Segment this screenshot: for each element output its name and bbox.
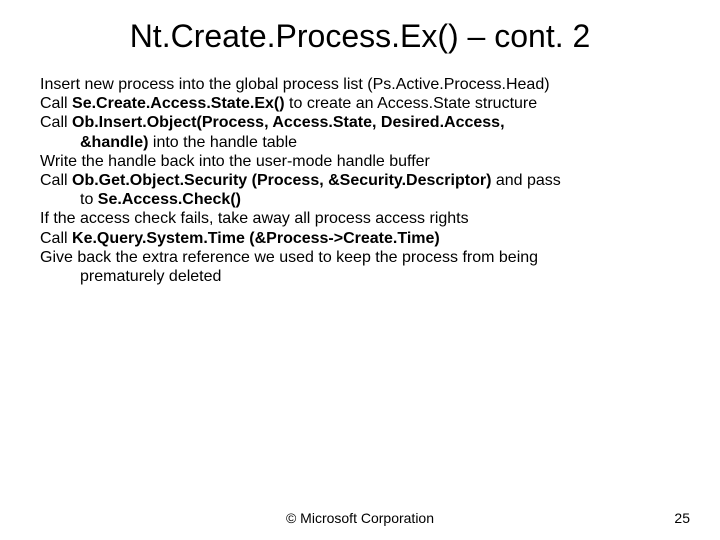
body-line: Insert new process into the global proce… <box>40 75 680 94</box>
body-line: Give back the extra reference we used to… <box>40 248 680 267</box>
text: into the handle table <box>148 134 297 151</box>
text: Call <box>40 172 72 189</box>
slide-title: Nt.Create.Process.Ex() – cont. 2 <box>0 18 720 55</box>
body-line: Call Ke.Query.System.Time (&Process->Cre… <box>40 229 680 248</box>
bold: Se.Create.Access.State.Ex() <box>72 95 285 112</box>
bold: Ob.Insert.Object(Process, Access.State, … <box>72 114 505 131</box>
body-line: Call Ob.Insert.Object(Process, Access.St… <box>40 113 680 132</box>
bold: &handle) <box>80 134 148 151</box>
text: Call <box>40 114 72 131</box>
body-line-continuation: prematurely deleted <box>40 267 680 286</box>
text: Call <box>40 230 72 247</box>
body-line: Call Se.Create.Access.State.Ex() to crea… <box>40 94 680 113</box>
text: to <box>80 191 98 208</box>
body-line: Call Ob.Get.Object.Security (Process, &S… <box>40 171 680 190</box>
bold: Se.Access.Check() <box>98 191 241 208</box>
text: and pass <box>491 172 560 189</box>
body-line: Write the handle back into the user-mode… <box>40 152 680 171</box>
body-line: If the access check fails, take away all… <box>40 209 680 228</box>
text: Call <box>40 95 72 112</box>
text: Insert new process into the global proce… <box>40 76 550 93</box>
text: prematurely deleted <box>80 268 221 285</box>
footer-page-number: 25 <box>674 510 690 526</box>
slide: Nt.Create.Process.Ex() – cont. 2 Insert … <box>0 0 720 540</box>
body-line-continuation: &handle) into the handle table <box>40 133 680 152</box>
bold: Ob.Get.Object.Security (Process, &Securi… <box>72 172 491 189</box>
slide-body: Insert new process into the global proce… <box>40 75 680 286</box>
bold: Ke.Query.System.Time (&Process->Create.T… <box>72 230 440 247</box>
text: to create an Access.State structure <box>285 95 538 112</box>
text: If the access check fails, take away all… <box>40 210 469 227</box>
body-line-continuation: to Se.Access.Check() <box>40 190 680 209</box>
footer-copyright: © Microsoft Corporation <box>0 510 720 526</box>
text: Write the handle back into the user-mode… <box>40 153 430 170</box>
text: Give back the extra reference we used to… <box>40 249 538 266</box>
